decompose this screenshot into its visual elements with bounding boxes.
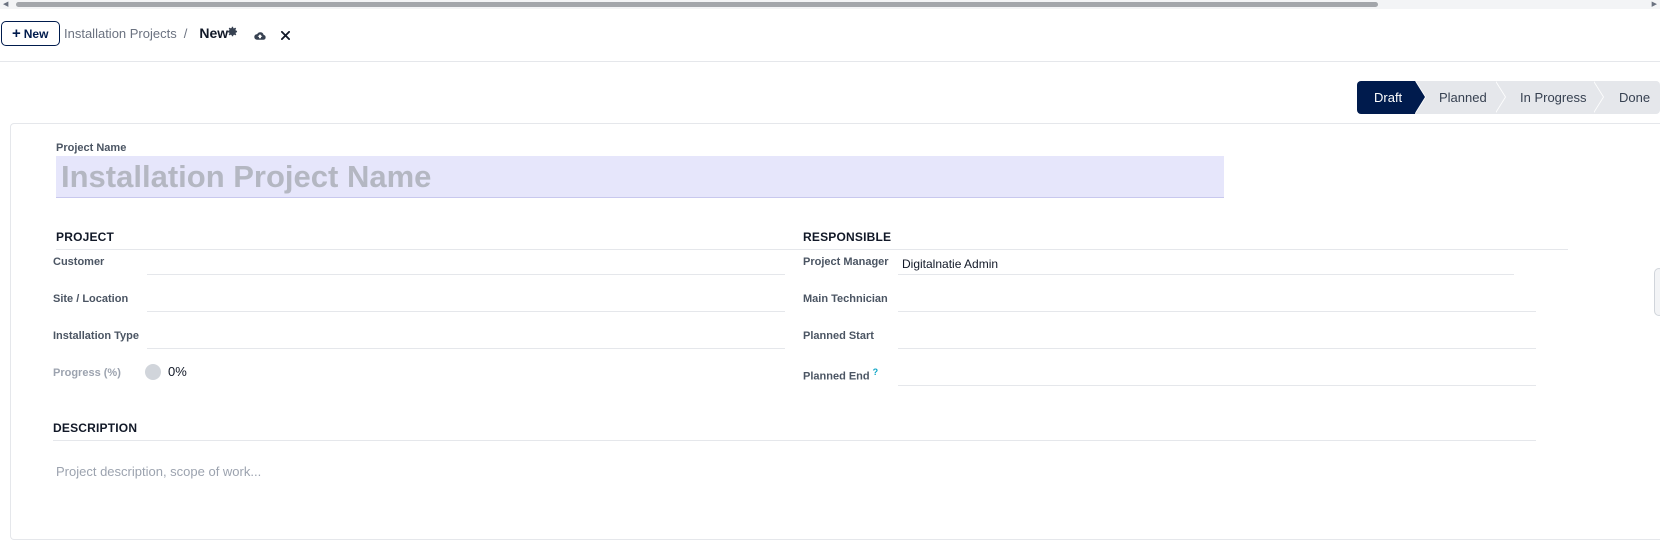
plus-icon: + [12,24,21,42]
project-name-input[interactable] [56,156,1224,198]
stage-arrow [1495,81,1505,113]
responsible-group-title: RESPONSIBLE [803,230,1568,250]
progress-indicator [145,364,161,380]
planned-end-label: Planned End? [803,367,878,383]
planned-start-label: Planned Start [803,330,874,342]
breadcrumb: Installation Projects / New [64,25,228,41]
cloud-upload-icon[interactable] [254,31,266,41]
control-panel: + New Installation Projects / New [0,9,1660,62]
scrollbar-thumb[interactable] [16,2,1378,7]
progress-value: 0% [168,364,187,379]
stage-in-progress[interactable]: In Progress [1495,81,1604,114]
customer-label: Customer [53,256,105,268]
close-icon[interactable] [281,31,290,40]
new-button-label: New [23,26,49,41]
site-location-field[interactable] [147,290,785,312]
installation-type-label: Installation Type [53,330,139,342]
stage-draft-label: Draft [1374,90,1403,105]
status-bar: Draft Planned In Progress Done [1357,81,1660,114]
description-group-title: DESCRIPTION [53,421,1536,441]
stage-draft[interactable]: Draft [1357,81,1426,114]
main-technician-label: Main Technician [803,293,888,305]
site-location-label: Site / Location [53,293,129,305]
planned-end-field[interactable] [898,364,1536,386]
stage-planned-label: Planned [1439,90,1487,105]
breadcrumb-current: New [199,25,229,41]
stage-arrow [1593,81,1603,113]
stage-done-label: Done [1619,90,1651,105]
project-group-title: PROJECT [56,230,821,250]
customer-field[interactable] [147,253,785,275]
gear-icon[interactable] [227,26,238,37]
scroll-left-arrow-icon[interactable]: ◀ [3,1,8,8]
main-technician-field[interactable] [898,290,1536,312]
project-manager-label: Project Manager [803,256,889,268]
breadcrumb-parent-link[interactable]: Installation Projects [64,26,177,41]
project-manager-field[interactable]: Digitalnatie Admin [898,253,1514,275]
form-sheet: Project Name PROJECT Customer Site / Loc… [10,123,1660,540]
project-name-label: Project Name [56,142,127,154]
planned-start-field[interactable] [898,327,1536,349]
stage-planned[interactable]: Planned [1415,81,1506,114]
scroll-right-arrow-icon[interactable]: ▶ [1652,1,1657,8]
new-record-button[interactable]: + New [1,21,61,46]
horizontal-scrollbar[interactable]: ◀ ▶ [0,0,1660,9]
stage-in-progress-label: In Progress [1520,90,1587,105]
help-tooltip-icon[interactable]: ? [873,367,879,377]
installation-type-field[interactable] [147,327,785,349]
description-input[interactable]: Project description, scope of work... [56,464,1606,479]
stage-arrow [1415,81,1425,113]
progress-label: Progress (%) [53,367,121,379]
planned-end-label-text: Planned End [803,370,870,383]
side-panel-handle[interactable] [1654,268,1660,316]
breadcrumb-separator: / [183,25,188,41]
